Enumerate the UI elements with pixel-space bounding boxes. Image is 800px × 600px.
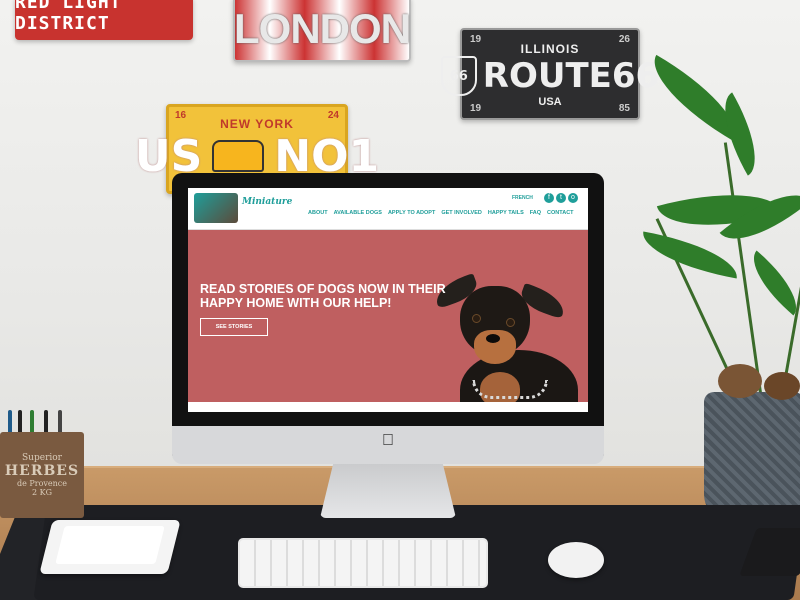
lang-link-french[interactable]: FRENCH [512, 195, 533, 201]
route66-corner-tr: 26 [618, 34, 630, 45]
keyboard [238, 538, 488, 588]
pencil-box-line1: Superior [22, 453, 62, 463]
monitor-screen: Miniature FRENCH f t o ABOUT AVAILABLE D… [188, 188, 588, 412]
site-logo-text[interactable]: Miniature [242, 197, 292, 207]
apple-logo-icon:  [380, 432, 396, 450]
ny-plate-top: NEW YORK [220, 116, 294, 131]
mouse [548, 542, 604, 578]
taxi-icon [212, 140, 265, 172]
nav-contact[interactable]: CONTACT [547, 210, 573, 216]
instagram-icon[interactable]: o [568, 193, 578, 203]
hero-banner [188, 230, 588, 412]
london-plate-text: LONDON [234, 5, 411, 52]
twitter-icon[interactable]: t [556, 193, 566, 203]
route66-shield-icon: 66 [440, 56, 477, 96]
site-logo-icon[interactable] [194, 193, 238, 223]
nav-available-dogs[interactable]: AVAILABLE DOGS [334, 210, 382, 216]
hero-title: READ STORIES OF DOGS NOW IN THEIR HAPPY … [200, 282, 446, 310]
route66-country: USA [538, 96, 562, 108]
red-light-plate-text: RED LIGHT DISTRICT [15, 0, 122, 34]
monitor-stand [320, 462, 456, 518]
nav-happy-tails[interactable]: HAPPY TAILS [488, 210, 524, 216]
facebook-icon[interactable]: f [544, 193, 554, 203]
pencil-box-line2: HERBES [4, 463, 80, 479]
dog-chain-collar [472, 380, 548, 399]
route66-plate: 19 26 19 85 ILLINOIS 66 ROUTE66 USA [440, 28, 659, 120]
ny-corner-tl: 16 [175, 110, 187, 121]
nav-faq[interactable]: FAQ [530, 210, 541, 216]
pencil-box-line4: 2 KG [32, 488, 52, 497]
route66-corner-tl: 19 [470, 34, 482, 45]
dog-eye [506, 318, 515, 327]
dog-nose [486, 334, 500, 343]
tablet-screen [55, 526, 165, 564]
nav-about[interactable]: ABOUT [308, 210, 328, 216]
pencil-box: Superior HERBES de Provence 2 KG [0, 432, 84, 518]
nav-apply-to-adopt[interactable]: APPLY TO ADOPT [388, 210, 435, 216]
red-light-district-plate: RED LIGHT DISTRICT [15, 0, 193, 40]
nav-get-involved[interactable]: GET INVOLVED [441, 210, 482, 216]
pencil-box-line3: de Provence [16, 479, 68, 488]
dog-eye [472, 314, 481, 323]
route66-corner-bl: 19 [470, 103, 482, 114]
route66-state: ILLINOIS [520, 42, 580, 56]
london-plate: LONDON [233, 0, 411, 62]
route66-corner-br: 85 [618, 103, 630, 114]
coconut-shell [764, 372, 800, 400]
ny-corner-tr: 24 [327, 110, 339, 121]
site-header: Miniature FRENCH f t o ABOUT AVAILABLE D… [188, 188, 588, 228]
see-stories-button[interactable]: SEE STORIES [200, 318, 268, 336]
route66-main: 66 ROUTE66 [440, 56, 660, 96]
coconut-shell [718, 364, 762, 398]
page-footer-strip [188, 402, 588, 412]
main-nav: ABOUT AVAILABLE DOGS APPLY TO ADOPT GET … [308, 210, 574, 216]
route66-main-text: ROUTE66 [482, 56, 660, 96]
